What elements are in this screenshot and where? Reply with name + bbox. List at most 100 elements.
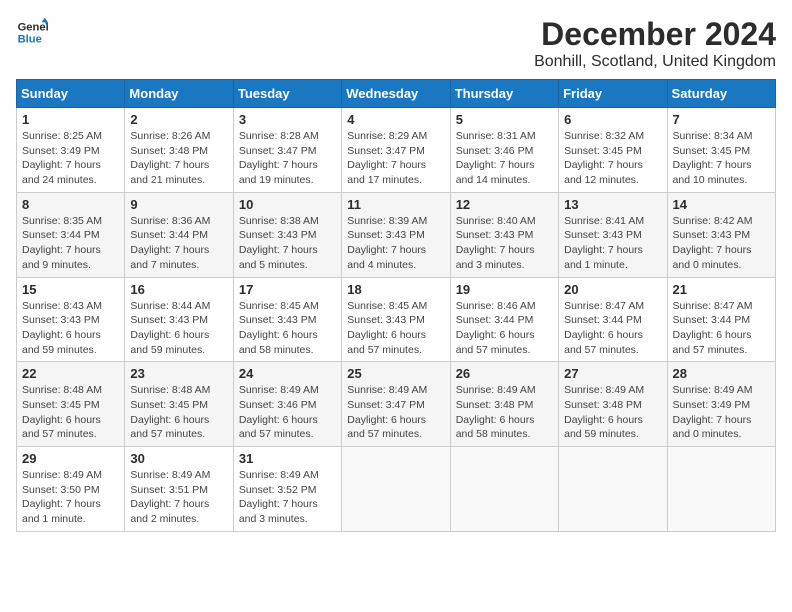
calendar-table: SundayMondayTuesdayWednesdayThursdayFrid… <box>16 79 776 532</box>
day-info: Sunrise: 8:48 AMSunset: 3:45 PMDaylight:… <box>130 384 210 440</box>
column-header-friday: Friday <box>559 80 667 108</box>
day-number: 5 <box>456 112 553 127</box>
calendar-cell: 5 Sunrise: 8:31 AMSunset: 3:46 PMDayligh… <box>450 108 558 193</box>
day-info: Sunrise: 8:47 AMSunset: 3:44 PMDaylight:… <box>673 300 753 356</box>
column-header-monday: Monday <box>125 80 233 108</box>
day-info: Sunrise: 8:48 AMSunset: 3:45 PMDaylight:… <box>22 384 102 440</box>
day-info: Sunrise: 8:49 AMSunset: 3:51 PMDaylight:… <box>130 469 210 525</box>
day-number: 6 <box>564 112 661 127</box>
calendar-cell: 30 Sunrise: 8:49 AMSunset: 3:51 PMDaylig… <box>125 447 233 532</box>
day-info: Sunrise: 8:45 AMSunset: 3:43 PMDaylight:… <box>347 300 427 356</box>
day-info: Sunrise: 8:26 AMSunset: 3:48 PMDaylight:… <box>130 130 210 186</box>
column-header-thursday: Thursday <box>450 80 558 108</box>
calendar-week-row: 8 Sunrise: 8:35 AMSunset: 3:44 PMDayligh… <box>17 192 776 277</box>
day-info: Sunrise: 8:31 AMSunset: 3:46 PMDaylight:… <box>456 130 536 186</box>
day-info: Sunrise: 8:49 AMSunset: 3:52 PMDaylight:… <box>239 469 319 525</box>
calendar-week-row: 1 Sunrise: 8:25 AMSunset: 3:49 PMDayligh… <box>17 108 776 193</box>
day-number: 10 <box>239 197 336 212</box>
day-info: Sunrise: 8:36 AMSunset: 3:44 PMDaylight:… <box>130 215 210 271</box>
day-number: 2 <box>130 112 227 127</box>
day-number: 9 <box>130 197 227 212</box>
day-number: 8 <box>22 197 119 212</box>
logo: General Blue <box>16 16 48 48</box>
day-number: 17 <box>239 282 336 297</box>
calendar-cell: 9 Sunrise: 8:36 AMSunset: 3:44 PMDayligh… <box>125 192 233 277</box>
calendar-cell: 22 Sunrise: 8:48 AMSunset: 3:45 PMDaylig… <box>17 362 125 447</box>
calendar-cell: 26 Sunrise: 8:49 AMSunset: 3:48 PMDaylig… <box>450 362 558 447</box>
day-info: Sunrise: 8:45 AMSunset: 3:43 PMDaylight:… <box>239 300 319 356</box>
calendar-cell: 24 Sunrise: 8:49 AMSunset: 3:46 PMDaylig… <box>233 362 341 447</box>
day-number: 7 <box>673 112 770 127</box>
day-number: 16 <box>130 282 227 297</box>
calendar-cell: 20 Sunrise: 8:47 AMSunset: 3:44 PMDaylig… <box>559 277 667 362</box>
day-number: 24 <box>239 366 336 381</box>
day-info: Sunrise: 8:47 AMSunset: 3:44 PMDaylight:… <box>564 300 644 356</box>
calendar-cell: 16 Sunrise: 8:44 AMSunset: 3:43 PMDaylig… <box>125 277 233 362</box>
day-number: 29 <box>22 451 119 466</box>
day-info: Sunrise: 8:43 AMSunset: 3:43 PMDaylight:… <box>22 300 102 356</box>
calendar-week-row: 22 Sunrise: 8:48 AMSunset: 3:45 PMDaylig… <box>17 362 776 447</box>
calendar-cell: 27 Sunrise: 8:49 AMSunset: 3:48 PMDaylig… <box>559 362 667 447</box>
day-info: Sunrise: 8:49 AMSunset: 3:48 PMDaylight:… <box>564 384 644 440</box>
calendar-cell: 17 Sunrise: 8:45 AMSunset: 3:43 PMDaylig… <box>233 277 341 362</box>
day-info: Sunrise: 8:49 AMSunset: 3:48 PMDaylight:… <box>456 384 536 440</box>
svg-text:General: General <box>18 21 48 33</box>
calendar-cell: 7 Sunrise: 8:34 AMSunset: 3:45 PMDayligh… <box>667 108 775 193</box>
column-header-wednesday: Wednesday <box>342 80 450 108</box>
calendar-cell: 18 Sunrise: 8:45 AMSunset: 3:43 PMDaylig… <box>342 277 450 362</box>
calendar-cell: 13 Sunrise: 8:41 AMSunset: 3:43 PMDaylig… <box>559 192 667 277</box>
calendar-cell: 2 Sunrise: 8:26 AMSunset: 3:48 PMDayligh… <box>125 108 233 193</box>
calendar-cell: 21 Sunrise: 8:47 AMSunset: 3:44 PMDaylig… <box>667 277 775 362</box>
calendar-cell <box>342 447 450 532</box>
logo-icon: General Blue <box>16 16 48 48</box>
calendar-cell: 3 Sunrise: 8:28 AMSunset: 3:47 PMDayligh… <box>233 108 341 193</box>
calendar-cell: 31 Sunrise: 8:49 AMSunset: 3:52 PMDaylig… <box>233 447 341 532</box>
day-number: 20 <box>564 282 661 297</box>
day-info: Sunrise: 8:29 AMSunset: 3:47 PMDaylight:… <box>347 130 427 186</box>
calendar-cell: 12 Sunrise: 8:40 AMSunset: 3:43 PMDaylig… <box>450 192 558 277</box>
day-number: 21 <box>673 282 770 297</box>
day-number: 30 <box>130 451 227 466</box>
calendar-cell: 11 Sunrise: 8:39 AMSunset: 3:43 PMDaylig… <box>342 192 450 277</box>
day-number: 19 <box>456 282 553 297</box>
day-info: Sunrise: 8:41 AMSunset: 3:43 PMDaylight:… <box>564 215 644 271</box>
calendar-cell <box>450 447 558 532</box>
calendar-cell: 1 Sunrise: 8:25 AMSunset: 3:49 PMDayligh… <box>17 108 125 193</box>
day-number: 1 <box>22 112 119 127</box>
day-info: Sunrise: 8:42 AMSunset: 3:43 PMDaylight:… <box>673 215 753 271</box>
day-number: 4 <box>347 112 444 127</box>
calendar-cell: 6 Sunrise: 8:32 AMSunset: 3:45 PMDayligh… <box>559 108 667 193</box>
header: General Blue December 2024 Bonhill, Scot… <box>16 16 776 71</box>
day-info: Sunrise: 8:44 AMSunset: 3:43 PMDaylight:… <box>130 300 210 356</box>
day-info: Sunrise: 8:28 AMSunset: 3:47 PMDaylight:… <box>239 130 319 186</box>
day-number: 26 <box>456 366 553 381</box>
calendar-week-row: 29 Sunrise: 8:49 AMSunset: 3:50 PMDaylig… <box>17 447 776 532</box>
calendar-header-row: SundayMondayTuesdayWednesdayThursdayFrid… <box>17 80 776 108</box>
day-info: Sunrise: 8:35 AMSunset: 3:44 PMDaylight:… <box>22 215 102 271</box>
day-number: 14 <box>673 197 770 212</box>
calendar-cell: 28 Sunrise: 8:49 AMSunset: 3:49 PMDaylig… <box>667 362 775 447</box>
day-info: Sunrise: 8:39 AMSunset: 3:43 PMDaylight:… <box>347 215 427 271</box>
day-number: 11 <box>347 197 444 212</box>
calendar-cell: 8 Sunrise: 8:35 AMSunset: 3:44 PMDayligh… <box>17 192 125 277</box>
day-info: Sunrise: 8:49 AMSunset: 3:47 PMDaylight:… <box>347 384 427 440</box>
calendar-cell: 23 Sunrise: 8:48 AMSunset: 3:45 PMDaylig… <box>125 362 233 447</box>
calendar-cell: 25 Sunrise: 8:49 AMSunset: 3:47 PMDaylig… <box>342 362 450 447</box>
calendar-cell: 29 Sunrise: 8:49 AMSunset: 3:50 PMDaylig… <box>17 447 125 532</box>
calendar-cell: 4 Sunrise: 8:29 AMSunset: 3:47 PMDayligh… <box>342 108 450 193</box>
day-number: 31 <box>239 451 336 466</box>
column-header-sunday: Sunday <box>17 80 125 108</box>
month-title: December 2024 <box>534 16 776 53</box>
calendar-cell: 19 Sunrise: 8:46 AMSunset: 3:44 PMDaylig… <box>450 277 558 362</box>
day-number: 18 <box>347 282 444 297</box>
calendar-week-row: 15 Sunrise: 8:43 AMSunset: 3:43 PMDaylig… <box>17 277 776 362</box>
day-info: Sunrise: 8:32 AMSunset: 3:45 PMDaylight:… <box>564 130 644 186</box>
location-title: Bonhill, Scotland, United Kingdom <box>534 53 776 71</box>
day-number: 27 <box>564 366 661 381</box>
day-number: 28 <box>673 366 770 381</box>
day-info: Sunrise: 8:49 AMSunset: 3:50 PMDaylight:… <box>22 469 102 525</box>
calendar-cell: 10 Sunrise: 8:38 AMSunset: 3:43 PMDaylig… <box>233 192 341 277</box>
day-info: Sunrise: 8:49 AMSunset: 3:49 PMDaylight:… <box>673 384 753 440</box>
day-number: 22 <box>22 366 119 381</box>
day-info: Sunrise: 8:34 AMSunset: 3:45 PMDaylight:… <box>673 130 753 186</box>
